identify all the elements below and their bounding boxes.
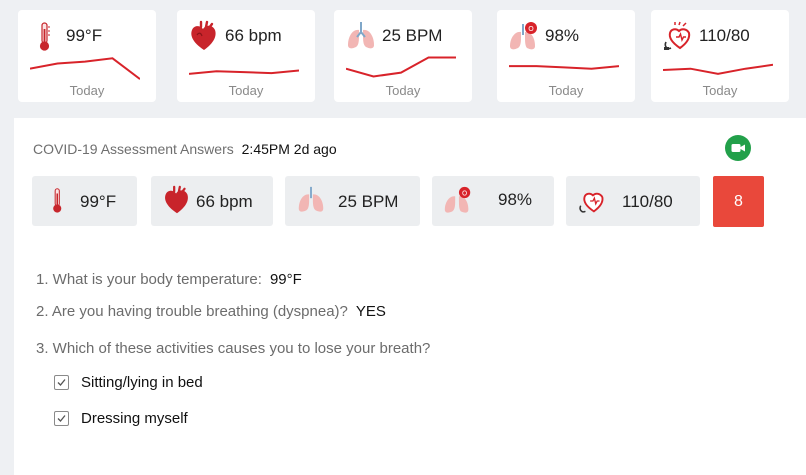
vital-card-respiration[interactable]: 25 BPM Today [334, 10, 472, 102]
vital-card-heart-rate[interactable]: 66 bpm Today [177, 10, 315, 102]
assessment-panel: COVID-19 Assessment Answers 2:45PM 2d ag… [14, 118, 806, 475]
vital-card-oxygen[interactable]: O 98% Today [497, 10, 635, 102]
vital-chip-blood-pressure: 110/80 [566, 176, 700, 226]
vital-day: Today [228, 83, 264, 98]
question-text: 2. Are you having trouble breathing (dys… [36, 303, 348, 320]
vital-chip-oxygen: O 98% [432, 176, 554, 226]
question-1: 1. What is your body temperature: 99°F [36, 271, 302, 288]
assessment-title: COVID-19 Assessment Answers [33, 141, 234, 157]
vital-value: 110/80 [699, 26, 750, 45]
trend-polyline [663, 63, 773, 75]
vital-day: Today [385, 83, 421, 98]
lungs-icon [344, 20, 378, 54]
trend-polyline [509, 65, 619, 70]
question-answer: YES [355, 303, 386, 320]
vitals-summary-row: 99°F Today 66 bpm Today 25 BPM Today O 9… [18, 10, 806, 102]
heart-icon [187, 20, 221, 54]
question-text: 3. Which of these activities causes you … [36, 340, 431, 357]
assessment-score-badge: 8 [713, 176, 764, 227]
trend-polyline [189, 69, 299, 75]
thermometer-icon [42, 185, 74, 217]
trend-polyline [30, 57, 140, 80]
checkmark-icon [57, 379, 66, 386]
question-text: 1. What is your body temperature: [36, 271, 262, 288]
video-camera-icon [731, 144, 745, 152]
vital-card-temperature[interactable]: 99°F Today [18, 10, 156, 102]
chip-value: 99°F [80, 192, 117, 211]
vital-card-blood-pressure[interactable]: 110/80 Today [651, 10, 789, 102]
checkbox-checked[interactable] [54, 375, 69, 390]
vital-chip-respiration: 25 BPM [285, 176, 420, 226]
option-label: Sitting/lying in bed [81, 374, 203, 391]
chip-value: 110/80 [622, 192, 673, 211]
oxygen-lungs-icon: O [442, 185, 474, 217]
oxygen-lungs-icon: O [507, 20, 541, 54]
trend-polyline [346, 56, 456, 78]
option-label: Dressing myself [81, 410, 188, 427]
answer-option: Dressing myself [54, 410, 188, 427]
chip-value: 66 bpm [196, 192, 253, 211]
svg-text:O: O [462, 189, 467, 197]
question-3: 3. Which of these activities causes you … [36, 340, 430, 357]
svg-text:O: O [528, 25, 534, 33]
vital-value: 66 bpm [225, 26, 282, 45]
thermometer-icon [28, 20, 62, 54]
answer-option: Sitting/lying in bed [54, 374, 203, 391]
chip-value: 98% [498, 190, 533, 209]
assessment-time: 2:45PM 2d ago [241, 141, 337, 157]
vital-chip-temperature: 99°F [32, 176, 137, 226]
checkmark-icon [57, 415, 66, 422]
vital-value: 99°F [66, 26, 103, 45]
checkbox-checked[interactable] [54, 411, 69, 426]
vital-day: Today [548, 83, 584, 98]
assessment-header: COVID-19 Assessment Answers 2:45PM 2d ag… [33, 141, 337, 157]
question-2: 2. Are you having trouble breathing (dys… [36, 303, 386, 320]
vital-chip-heart-rate: 66 bpm [151, 176, 273, 226]
heart-rate-trend-line [189, 69, 299, 75]
vital-day: Today [702, 83, 738, 98]
question-answer: 99°F [269, 271, 302, 288]
chip-value: 25 BPM [338, 192, 399, 211]
vital-value: 98% [545, 26, 580, 45]
blood-pressure-trend-line [663, 63, 773, 75]
video-call-button[interactable] [725, 135, 751, 161]
blood-pressure-icon [661, 20, 695, 54]
oxygen-trend-line [509, 65, 619, 70]
temperature-trend-line [30, 57, 140, 80]
blood-pressure-icon [576, 185, 608, 217]
vital-value: 25 BPM [382, 26, 443, 45]
heart-icon [161, 185, 193, 217]
respiration-trend-line [346, 56, 456, 78]
lungs-icon [295, 185, 327, 217]
vital-day: Today [69, 83, 105, 98]
